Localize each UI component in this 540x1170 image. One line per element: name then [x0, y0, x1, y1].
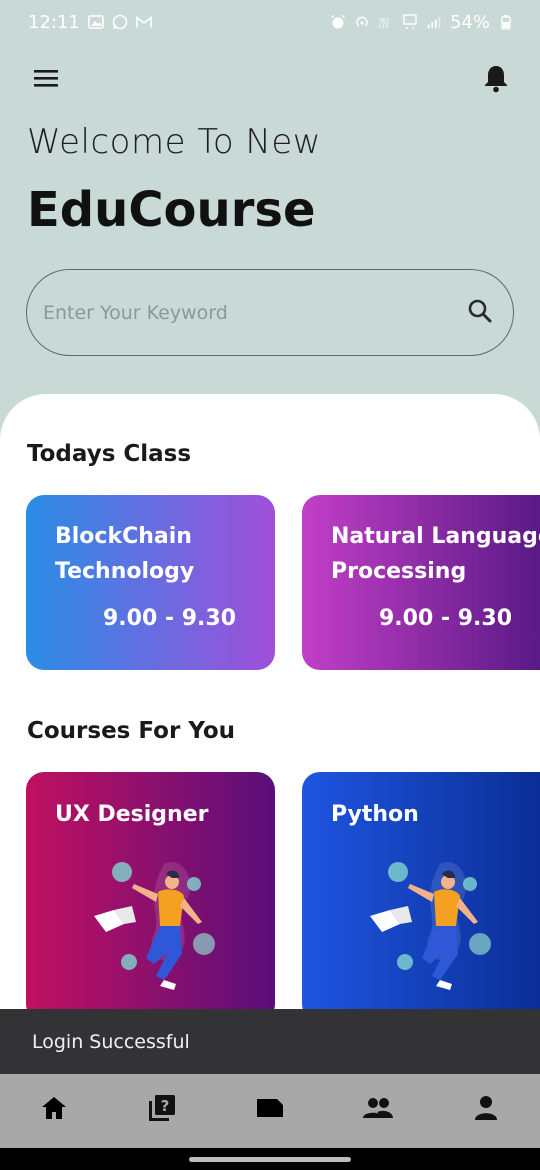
gmail-icon [135, 14, 152, 30]
bell-icon [485, 66, 507, 93]
home-icon [42, 1097, 66, 1119]
section-title-courses: Courses For You [27, 718, 236, 744]
search-icon[interactable] [467, 298, 493, 328]
people-icon [363, 1098, 393, 1118]
bottom-nav: ? [0, 1074, 540, 1148]
section-title-todays-class: Todays Class [27, 441, 192, 467]
reading-person-illustration [370, 862, 491, 990]
battery-icon [498, 14, 514, 30]
nav-people[interactable] [353, 1086, 403, 1130]
status-time: 12:11 [28, 11, 80, 33]
person-icon [475, 1096, 497, 1120]
menu-button[interactable] [26, 58, 66, 98]
course-card[interactable]: UX Designer [26, 772, 275, 1022]
nav-home[interactable] [29, 1086, 79, 1130]
label-icon [257, 1099, 283, 1117]
notification-button[interactable] [476, 58, 516, 98]
svg-text:?: ? [161, 1097, 170, 1115]
data-icon [402, 14, 418, 30]
gesture-bar [0, 1148, 540, 1170]
status-bar: 12:11 Vo) LTE 54% [0, 0, 540, 44]
signal-icon [426, 14, 442, 30]
class-title: BlockChain Technology [55, 524, 195, 584]
search-input[interactable] [43, 301, 423, 324]
brand-title: EduCourse [27, 182, 316, 238]
battery-percent: 54% [449, 11, 490, 33]
nav-quiz[interactable]: ? [137, 1086, 187, 1130]
top-bar [26, 58, 516, 98]
search-bar [26, 269, 514, 356]
whatsapp-icon [112, 14, 128, 30]
gallery-icon [88, 14, 104, 30]
nav-profile[interactable] [461, 1086, 511, 1130]
reading-person-illustration [94, 862, 215, 990]
class-card[interactable]: Natural Language Processing 9.00 - 9.30 [302, 495, 540, 670]
snackbar: Login Successful [0, 1009, 540, 1074]
class-card[interactable]: BlockChain Technology 9.00 - 9.30 [26, 495, 275, 670]
course-title: UX Designer [55, 802, 209, 827]
nav-label[interactable] [245, 1086, 295, 1130]
hotspot-icon [354, 14, 370, 30]
quiz-icon: ? [149, 1095, 175, 1121]
class-time: 9.00 - 9.30 [379, 606, 513, 631]
menu-icon [34, 70, 58, 87]
course-card[interactable]: Python [302, 772, 540, 1022]
class-title: Natural Language Processing [331, 524, 540, 584]
gesture-handle[interactable] [189, 1157, 351, 1162]
snackbar-message: Login Successful [32, 1030, 190, 1053]
welcome-text: Welcome To New [27, 122, 322, 162]
volte-icon: Vo) LTE [378, 14, 394, 30]
course-title: Python [331, 802, 419, 827]
class-time: 9.00 - 9.30 [103, 606, 237, 631]
svg-text:LTE: LTE [379, 23, 389, 30]
alarm-icon [330, 14, 346, 30]
